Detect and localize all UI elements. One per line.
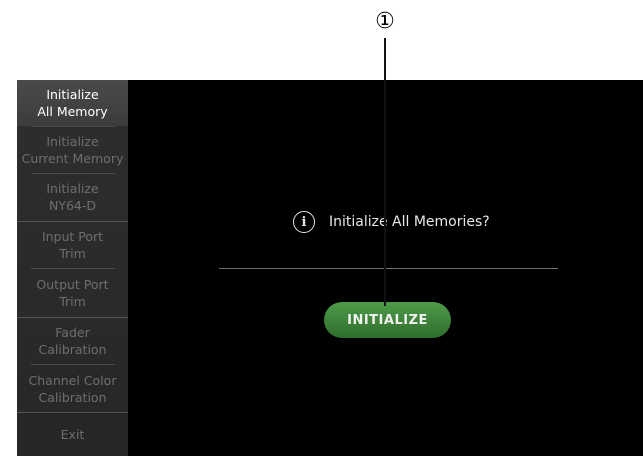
sidebar-item-exit[interactable]: Exit	[17, 413, 128, 456]
sidebar-menu: Initialize All Memory Initialize Current…	[17, 80, 128, 456]
confirmation-text: Initialize All Memories?	[329, 214, 490, 230]
callout-number-1: ①	[375, 9, 395, 34]
sidebar-item-fader-calibration[interactable]: Fader Calibration	[17, 318, 128, 364]
sidebar-item-initialize-ny64-d[interactable]: Initialize NY64-D	[17, 174, 128, 220]
info-icon: i	[293, 211, 315, 233]
confirmation-message: i Initialize All Memories?	[293, 210, 490, 234]
callout-leader-line	[384, 38, 386, 306]
initialize-button[interactable]: INITIALIZE	[324, 302, 451, 338]
sidebar-item-initialize-all-memory[interactable]: Initialize All Memory	[17, 80, 128, 126]
device-screen: Initialize All Memory Initialize Current…	[17, 80, 643, 456]
sidebar-item-output-port-trim[interactable]: Output Port Trim	[17, 269, 128, 316]
sidebar-item-initialize-current-memory[interactable]: Initialize Current Memory	[17, 127, 128, 173]
content-divider	[219, 268, 558, 269]
sidebar-item-channel-color-calibration[interactable]: Channel Color Calibration	[17, 365, 128, 412]
sidebar-item-input-port-trim[interactable]: Input Port Trim	[17, 222, 128, 268]
